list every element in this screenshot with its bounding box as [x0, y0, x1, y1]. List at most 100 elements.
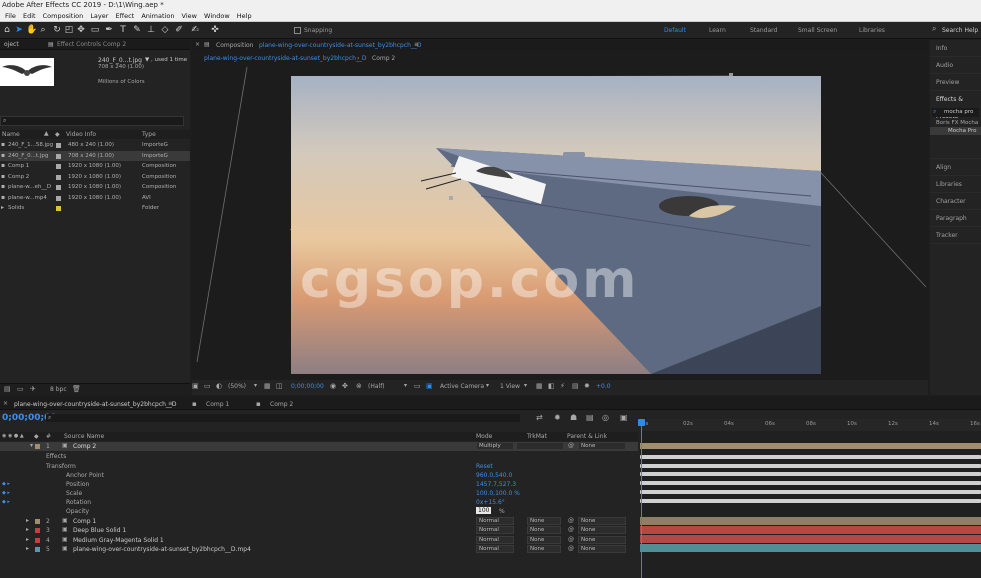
zoom-tool-icon[interactable]: ⌕ — [38, 25, 48, 35]
panel-menu-icon[interactable]: ≡ — [414, 41, 419, 48]
fast-preview-icon[interactable]: ⚡ — [560, 382, 565, 390]
rotate-tool-icon[interactable]: ↻ — [52, 25, 62, 35]
resolution-dropdown[interactable]: (Half) — [368, 383, 385, 390]
layer-name[interactable]: Deep Blue Solid 1 — [73, 527, 463, 534]
table-row[interactable]: ▸ 3 ▣ Deep Blue Solid 1 Normal None @ None — [0, 526, 638, 535]
draft-3d-icon[interactable]: ✹ — [554, 413, 561, 422]
list-item[interactable]: ▪ plane-w...eh__D 1920 x 1080 (1.00) Compos… — [0, 182, 190, 193]
position-value[interactable]: 1457.7,527.3 — [476, 481, 516, 488]
timeline-icon[interactable]: ▤ — [572, 382, 579, 390]
trkmat-dropdown[interactable]: None — [527, 535, 561, 544]
project-search-input[interactable]: ⌕ — [0, 116, 184, 126]
panel-effects-presets[interactable]: Effects & Presets — [930, 91, 981, 120]
panel-libraries[interactable]: Libraries — [930, 176, 981, 193]
composition-mini-flowchart-icon[interactable]: ⇄ — [536, 413, 543, 422]
layer-label-swatch[interactable] — [35, 547, 40, 553]
snapshot-icon[interactable]: ◉ — [330, 382, 336, 390]
search-help-field[interactable]: Search Help — [942, 27, 978, 34]
bpc-label[interactable]: 8 bpc — [50, 386, 67, 393]
selection-tool-icon[interactable]: ➤ — [14, 25, 24, 35]
menu-composition[interactable]: Composition — [43, 12, 84, 20]
chevron-down-icon[interactable]: ▾ — [30, 442, 33, 449]
track-layer-4[interactable] — [640, 535, 981, 543]
mask-visibility-icon[interactable]: ◐ — [216, 382, 222, 390]
mode-dropdown[interactable]: Normal — [476, 526, 514, 535]
pan-behind-tool-icon[interactable]: ✥ — [76, 25, 86, 35]
effects-item-mocha-pro[interactable]: Mocha Pro — [930, 127, 981, 135]
pick-whip-icon[interactable]: @ — [568, 545, 574, 552]
lock-icon[interactable]: ▤ — [204, 41, 210, 48]
motion-blur-icon[interactable]: ◎ — [602, 413, 609, 422]
menu-edit[interactable]: Edit — [23, 12, 36, 20]
puppet-tool-icon[interactable]: ✍ — [190, 25, 200, 35]
item-label-swatch[interactable] — [56, 195, 61, 201]
anchor-point-value[interactable]: 960.0,540.0 — [476, 472, 512, 479]
chevron-down-icon[interactable]: ▾ — [486, 382, 489, 389]
panel-info[interactable]: Info — [930, 40, 981, 57]
new-composition-icon[interactable]: ✈ — [30, 385, 36, 393]
track-layer-1[interactable] — [640, 443, 981, 449]
timeline-search-input[interactable]: ⌕ — [46, 414, 520, 422]
breadcrumb-item-comp2[interactable]: Comp 2 — [372, 55, 395, 62]
pick-whip-icon[interactable]: @ — [568, 526, 574, 533]
mode-dropdown[interactable]: Normal — [476, 517, 514, 525]
track-layer-3[interactable] — [640, 526, 981, 534]
panel-tracker[interactable]: Tracker — [930, 227, 981, 244]
chevron-down-icon[interactable]: ▾ — [524, 382, 527, 389]
item-label-swatch[interactable] — [56, 185, 61, 190]
property-scale[interactable]: Scale — [66, 490, 82, 497]
layer-label-swatch[interactable] — [35, 519, 40, 524]
roto-brush-icon[interactable]: ✐ — [174, 25, 184, 35]
chevron-down-icon[interactable]: ▾ — [404, 382, 407, 389]
item-label-swatch[interactable] — [56, 164, 61, 169]
layer-name[interactable]: plane-wing-over-countryside-at-sunset_by… — [73, 546, 463, 553]
home-icon[interactable]: ⌂ — [2, 25, 12, 35]
close-icon[interactable]: × — [195, 41, 200, 48]
roi-icon[interactable]: ◫ — [276, 382, 283, 390]
layer-label-swatch[interactable] — [35, 528, 40, 534]
timeline-tab-main[interactable]: plane-wing-over-countryside-at-sunset_by… — [14, 401, 177, 408]
workspace-libraries[interactable]: Libraries — [859, 27, 885, 34]
interpret-footage-icon[interactable]: ▤ — [4, 385, 11, 393]
parent-dropdown[interactable]: None — [578, 535, 626, 544]
close-icon[interactable]: × — [3, 400, 8, 407]
time-ruler[interactable]: 0s 02s 04s 06s 08s 10s 12s 14s 16s — [640, 419, 981, 431]
breadcrumb-item-main[interactable]: plane-wing-over-countryside-at-sunset_by… — [204, 55, 367, 62]
always-preview-icon[interactable]: ▣ — [192, 382, 199, 390]
trkmat-dropdown[interactable] — [516, 442, 564, 450]
chevron-right-icon[interactable]: ▸ — [26, 517, 29, 524]
camera-tool-icon[interactable]: ◰ — [64, 25, 74, 35]
transform-reset[interactable]: Reset — [476, 463, 493, 470]
layer-label-swatch[interactable] — [35, 537, 40, 543]
label-icon[interactable]: ◆ — [55, 131, 60, 138]
workspace-standard[interactable]: Standard — [750, 27, 777, 34]
column-parent[interactable]: Parent & Link — [567, 433, 607, 440]
workspace-learn[interactable]: Learn — [709, 27, 726, 34]
menu-layer[interactable]: Layer — [90, 12, 108, 20]
timeline-tab-comp1[interactable]: Comp 1 — [206, 401, 229, 408]
composition-viewer[interactable] — [291, 76, 821, 374]
mode-dropdown[interactable]: Multiply — [476, 442, 514, 450]
mask-tool-icon[interactable]: ▭ — [90, 25, 100, 35]
scale-value[interactable]: 100.0,100.0 % — [476, 490, 520, 497]
panel-menu-icon[interactable]: ≡ — [168, 400, 173, 407]
sort-icon[interactable]: ▲ — [44, 130, 49, 137]
chevron-right-icon[interactable]: ▸ — [26, 526, 29, 533]
playhead-handle[interactable] — [638, 419, 645, 426]
clone-tool-icon[interactable]: ⊥ — [146, 25, 156, 35]
pick-whip-icon[interactable]: @ — [568, 517, 574, 524]
panel-paragraph[interactable]: Paragraph — [930, 210, 981, 227]
pick-whip-icon[interactable]: @ — [568, 442, 574, 449]
current-time-indicator[interactable] — [641, 419, 642, 578]
panel-character[interactable]: Character — [930, 193, 981, 210]
graph-editor-icon[interactable]: ▣ — [620, 413, 628, 422]
item-label-swatch[interactable] — [56, 153, 61, 159]
eraser-tool-icon[interactable]: ◇ — [160, 25, 170, 35]
workspace-small-screen[interactable]: Small Screen — [798, 27, 837, 34]
av-features-icon[interactable]: ◉ ◉ ● ▲ — [2, 433, 24, 439]
panel-audio[interactable]: Audio — [930, 57, 981, 74]
table-row[interactable]: ▾ 1 ▣ Comp 2 Multiply @ None — [0, 442, 638, 451]
trkmat-dropdown[interactable]: None — [527, 517, 561, 525]
property-position[interactable]: Position — [66, 481, 89, 488]
region-of-interest-icon[interactable]: ▭ — [414, 382, 421, 390]
